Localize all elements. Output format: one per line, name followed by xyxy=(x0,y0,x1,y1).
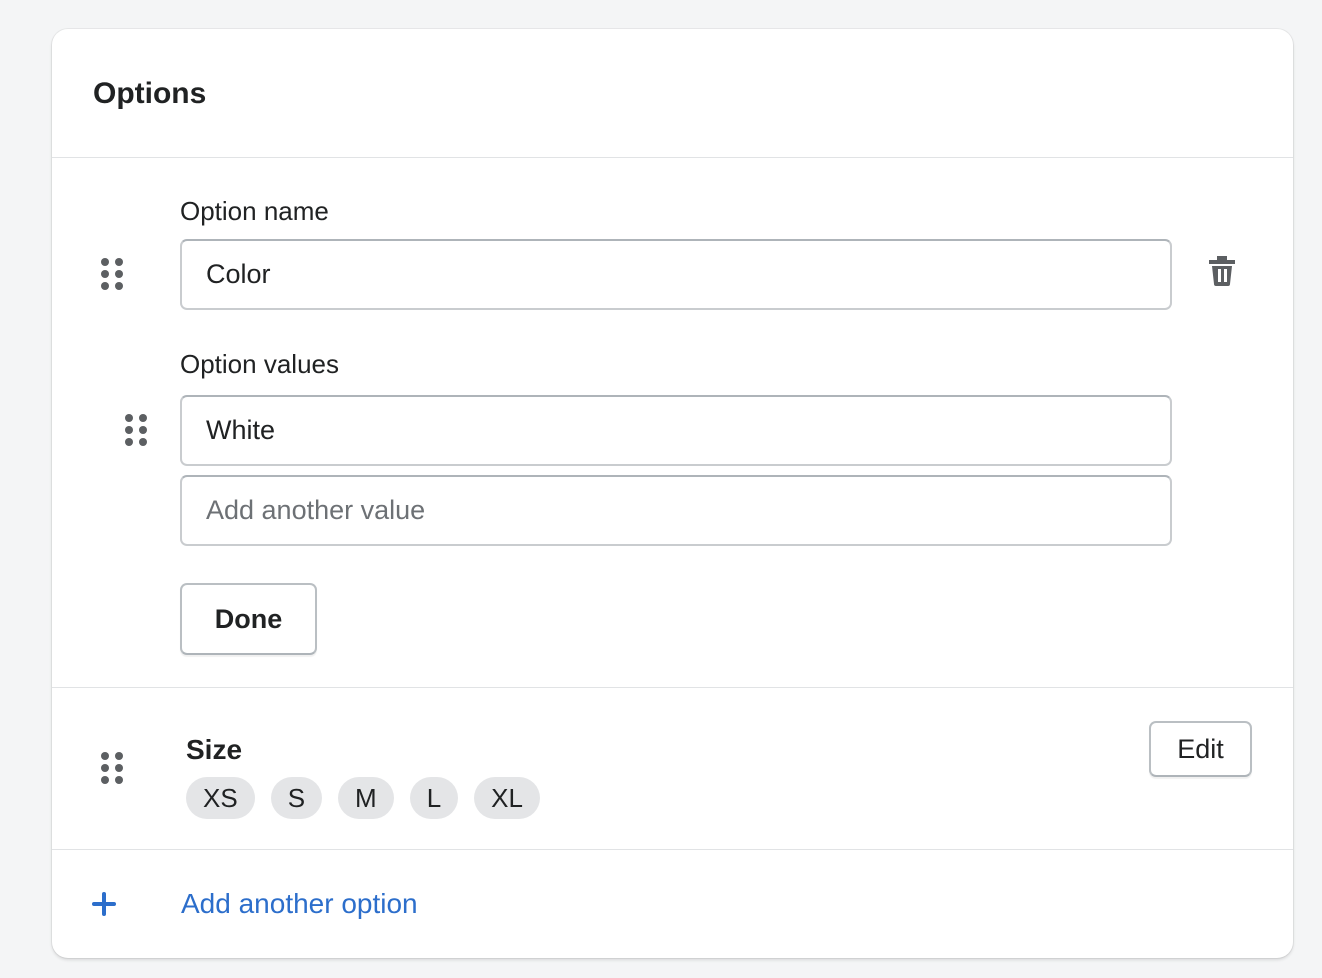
option-name-label: Option name xyxy=(180,196,329,226)
option-value-input[interactable] xyxy=(180,395,1172,466)
value-tag: L xyxy=(409,777,459,819)
card-title: Options xyxy=(93,77,207,110)
value-tag: S xyxy=(270,777,323,819)
option-value-tags: XS S M L XL xyxy=(186,777,540,819)
edit-button[interactable]: Edit xyxy=(1149,721,1252,777)
divider xyxy=(52,849,1293,850)
plus-icon xyxy=(92,892,116,916)
trash-icon[interactable] xyxy=(1207,254,1237,286)
options-card: Options Option name Option values Done S… xyxy=(52,29,1293,958)
option-values-label: Option values xyxy=(180,349,339,379)
done-button[interactable]: Done xyxy=(180,583,317,655)
value-tag: M xyxy=(338,777,394,819)
option-summary-name: Size xyxy=(186,734,243,765)
divider xyxy=(52,687,1293,688)
add-another-option-link[interactable]: Add another option xyxy=(92,884,418,924)
drag-handle-icon[interactable] xyxy=(125,414,147,446)
card-header: Options xyxy=(52,29,1293,158)
add-value-input[interactable] xyxy=(180,475,1172,546)
option-name-input[interactable] xyxy=(180,239,1172,310)
value-tag: XL xyxy=(474,777,540,819)
drag-handle-icon[interactable] xyxy=(101,752,123,784)
add-option-label: Add another option xyxy=(181,888,418,919)
drag-handle-icon[interactable] xyxy=(101,258,123,290)
value-tag: XS xyxy=(186,777,255,819)
